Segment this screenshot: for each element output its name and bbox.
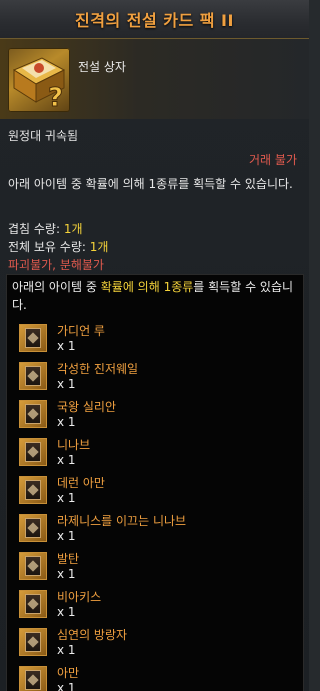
reward-qty: x 1	[57, 605, 76, 619]
reward-name: 데런 아만	[57, 476, 105, 490]
card-icon	[19, 666, 47, 691]
reward-qty: x 1	[57, 643, 76, 657]
reward-qty: x 1	[57, 453, 76, 467]
reward-header-highlight: 확률에 의해 1종류	[100, 280, 194, 294]
svg-text:?: ?	[48, 83, 63, 112]
card-icon	[19, 476, 47, 504]
reward-entry[interactable]: 라제니스를 이끄는 니나브 x 1	[19, 512, 289, 548]
item-flags: 파괴불가, 분해불가	[8, 256, 104, 273]
reward-qty: x 1	[57, 415, 76, 429]
reward-qty: x 1	[57, 529, 76, 543]
reward-qty: x 1	[57, 491, 76, 505]
reward-entry[interactable]: 심연의 방랑자 x 1	[19, 626, 289, 662]
reward-entry[interactable]: 가디언 루 x 1	[19, 322, 289, 358]
reward-entry[interactable]: 아만 x 1	[19, 664, 289, 691]
owned-count: 전체 보유 수량: 1개	[8, 238, 108, 255]
reward-entry[interactable]: 데런 아만 x 1	[19, 474, 289, 510]
reward-name: 심연의 방랑자	[57, 628, 128, 642]
stack-count: 겹침 수량: 1개	[8, 220, 83, 237]
card-icon	[19, 590, 47, 618]
binding-text: 원정대 귀속됨	[8, 129, 79, 143]
reward-qty: x 1	[57, 681, 76, 691]
item-tooltip: 진격의 전설 카드 팩 II ? 전설 상자 원정대 귀속됨 거래 불가 아래 …	[0, 0, 309, 691]
reward-header-text: 아래의 아이템 중	[12, 280, 101, 294]
reward-entry[interactable]: 발탄 x 1	[19, 550, 289, 586]
split-flag: 분해불가	[59, 258, 104, 272]
flag-separator: ,	[52, 258, 60, 272]
card-icon	[19, 400, 47, 428]
reward-name: 가디언 루	[57, 324, 105, 338]
card-icon	[19, 324, 47, 352]
tooltip-title-bar: 진격의 전설 카드 팩 II	[0, 0, 309, 39]
owned-count-label: 전체 보유 수량:	[8, 240, 90, 254]
reward-list-header: 아래의 아이템 중 확률에 의해 1종류를 획득할 수 있습니다.	[12, 278, 300, 314]
stack-count-label: 겹침 수량:	[8, 222, 64, 236]
reward-qty: x 1	[57, 339, 76, 353]
reward-entry[interactable]: 비아키스 x 1	[19, 588, 289, 624]
card-icon	[19, 438, 47, 466]
reward-name: 라제니스를 이끄는 니나브	[57, 514, 187, 528]
card-icon	[19, 552, 47, 580]
legendary-box-icon: ?	[8, 48, 70, 112]
reward-qty: x 1	[57, 567, 76, 581]
stack-count-value: 1개	[63, 222, 83, 236]
item-description: 아래 아이템 중 확률에 의해 1종류를 획득할 수 있습니다.	[8, 177, 293, 191]
card-icon	[19, 362, 47, 390]
reward-entry[interactable]: 국왕 실리안 x 1	[19, 398, 289, 434]
card-icon	[19, 628, 47, 656]
reward-name: 국왕 실리안	[57, 400, 117, 414]
reward-name: 각성한 진저웨일	[57, 362, 139, 376]
item-title: 진격의 전설 카드 팩 II	[75, 11, 234, 30]
destroy-flag: 파괴불가	[8, 258, 53, 272]
reward-entry[interactable]: 니나브 x 1	[19, 436, 289, 472]
reward-list[interactable]: 아래의 아이템 중 확률에 의해 1종류를 획득할 수 있습니다. 가디언 루 …	[6, 274, 304, 691]
reward-name: 발탄	[57, 552, 80, 566]
reward-name: 니나브	[57, 438, 91, 452]
reward-qty: x 1	[57, 377, 76, 391]
item-grade-label: 전설 상자	[78, 60, 126, 74]
owned-count-value: 1개	[89, 240, 109, 254]
card-icon	[19, 514, 47, 542]
reward-name: 비아키스	[57, 590, 102, 604]
reward-name: 아만	[57, 666, 80, 680]
reward-entry[interactable]: 각성한 진저웨일 x 1	[19, 360, 289, 396]
trade-status: 거래 불가	[249, 153, 297, 167]
